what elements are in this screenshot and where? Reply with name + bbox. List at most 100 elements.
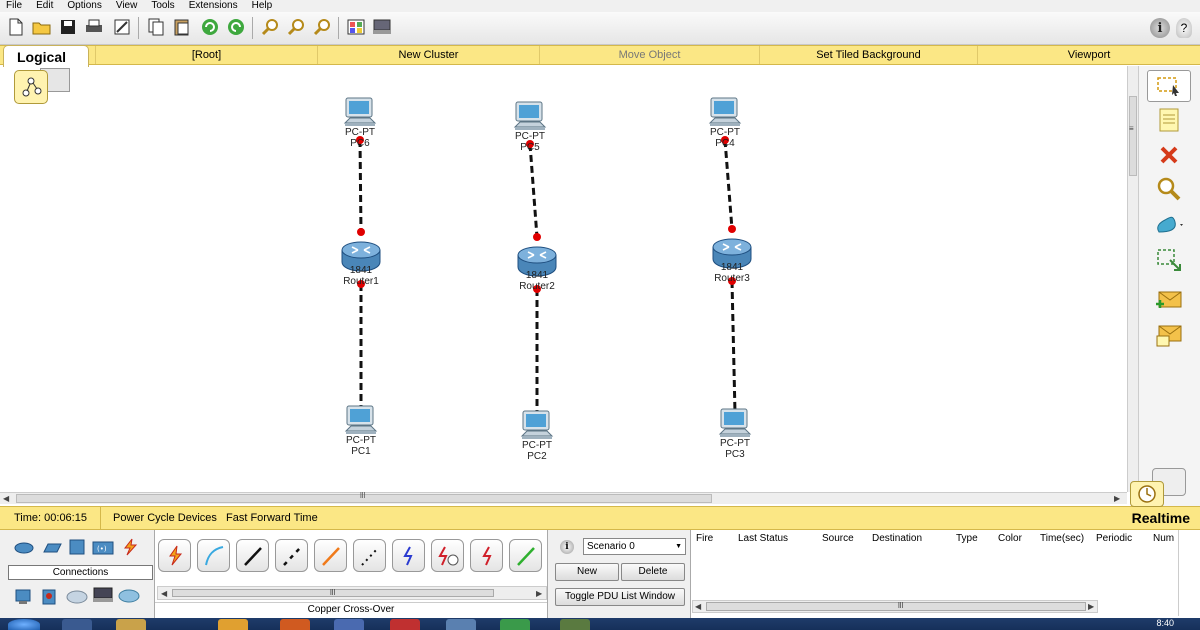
end-devices-category-icon[interactable] xyxy=(14,588,34,604)
workspace-vertical-scrollbar[interactable]: ≡ xyxy=(1127,66,1138,492)
pdu-col-periodic[interactable]: Periodic xyxy=(1096,533,1132,544)
toggle-pdu-list-button[interactable]: Toggle PDU List Window xyxy=(555,588,685,606)
realtime-tab-icon[interactable] xyxy=(1130,481,1164,507)
cross-over-link-pc5-router2[interactable] xyxy=(528,143,539,238)
pdu-col-time[interactable]: Time(sec) xyxy=(1040,533,1084,544)
serial-dte-icon[interactable] xyxy=(470,539,503,572)
security-category-icon[interactable] xyxy=(40,588,60,605)
copper-straight-through-icon[interactable] xyxy=(236,539,269,572)
print-icon[interactable] xyxy=(84,17,104,37)
menu-edit[interactable]: Edit xyxy=(36,0,53,12)
wireless-category-icon[interactable]: (•) xyxy=(92,540,114,556)
workspace-horizontal-scrollbar[interactable]: ◀ lll ▶ xyxy=(0,491,1127,504)
move-object-button[interactable]: Move Object xyxy=(540,46,760,64)
logical-tab[interactable]: Logical xyxy=(3,45,89,67)
hint-bulb-icon[interactable]: ? xyxy=(1176,18,1192,38)
taskbar-app-icon[interactable] xyxy=(446,619,476,630)
scenario-select[interactable]: Scenario 0 ▼ xyxy=(583,538,686,555)
device-router1[interactable]: 1841 Router1 xyxy=(331,240,391,287)
inspect-icon[interactable] xyxy=(1147,173,1191,205)
redo-icon[interactable] xyxy=(226,17,246,37)
coaxial-cable-icon[interactable] xyxy=(392,539,425,572)
custom-device-icon[interactable] xyxy=(372,17,392,37)
device-pc1[interactable]: PC-PT PC1 xyxy=(331,404,391,457)
resize-shape-icon[interactable] xyxy=(1147,244,1191,276)
menu-view[interactable]: View xyxy=(116,0,138,12)
taskbar-excel-icon[interactable] xyxy=(500,619,530,630)
undo-icon[interactable] xyxy=(200,17,220,37)
add-complex-pdu-icon[interactable] xyxy=(1147,320,1191,352)
phone-cable-icon[interactable] xyxy=(353,539,386,572)
taskbar-folder-icon[interactable] xyxy=(116,619,146,630)
cross-over-link-pc6-router1[interactable] xyxy=(358,139,363,233)
power-cycle-devices-button[interactable]: Power Cycle Devices xyxy=(113,507,217,529)
pdu-col-num[interactable]: Num xyxy=(1153,533,1174,544)
console-cable-icon[interactable] xyxy=(197,539,230,572)
pdu-col-destination[interactable]: Destination xyxy=(872,533,922,544)
pdu-list-scrollbar[interactable]: ◀ lll ▶ xyxy=(692,600,1098,613)
open-folder-icon[interactable] xyxy=(32,17,52,37)
activity-wizard-icon[interactable] xyxy=(112,17,132,37)
pdu-col-fire[interactable]: Fire xyxy=(696,533,713,544)
new-file-icon[interactable] xyxy=(6,17,26,37)
taskbar-packet-tracer-icon[interactable] xyxy=(560,619,590,630)
new-scenario-button[interactable]: New xyxy=(555,563,619,581)
pdu-col-color[interactable]: Color xyxy=(998,533,1022,544)
custom-devices-category-icon[interactable] xyxy=(92,586,113,602)
device-router3[interactable]: 1841 Router3 xyxy=(702,237,762,284)
viewport-button[interactable]: Viewport xyxy=(978,46,1200,64)
menu-tools[interactable]: Tools xyxy=(151,0,174,12)
taskbar-app-icon[interactable] xyxy=(218,619,248,630)
zoom-out-icon[interactable] xyxy=(312,17,332,37)
taskbar-app-icon[interactable] xyxy=(62,619,92,630)
menu-extensions[interactable]: Extensions xyxy=(189,0,238,12)
wan-emulation-category-icon[interactable] xyxy=(66,588,88,604)
copper-cross-over-icon[interactable] xyxy=(275,539,308,572)
device-router2[interactable]: 1841 Router2 xyxy=(507,245,567,292)
fiber-cable-icon[interactable] xyxy=(314,539,347,572)
logical-view-icon[interactable] xyxy=(14,70,48,104)
scenario-info-icon[interactable]: i xyxy=(560,540,574,554)
palette-icon[interactable] xyxy=(346,17,366,37)
fast-forward-time-button[interactable]: Fast Forward Time xyxy=(226,507,318,529)
draw-shape-icon[interactable] xyxy=(1147,208,1191,240)
menu-file[interactable]: File xyxy=(6,0,22,12)
device-pc5[interactable]: PC-PT PC5 xyxy=(500,100,560,153)
pdu-col-last-status[interactable]: Last Status xyxy=(738,533,788,544)
taskbar-browser-icon[interactable] xyxy=(280,619,310,630)
multiuser-category-icon[interactable] xyxy=(118,588,140,604)
pdu-col-source[interactable]: Source xyxy=(822,533,854,544)
cross-over-link-router3-pc3[interactable] xyxy=(730,280,737,414)
paste-icon[interactable] xyxy=(172,17,192,37)
hubs-category-icon[interactable] xyxy=(68,538,88,555)
root-button[interactable]: [Root] xyxy=(96,46,318,64)
select-tool-icon[interactable] xyxy=(1147,70,1191,102)
pdu-col-type[interactable]: Type xyxy=(956,533,978,544)
help-icon[interactable]: i xyxy=(1150,18,1170,38)
device-pc4[interactable]: PC-PT PC4 xyxy=(695,96,755,149)
start-button-icon[interactable] xyxy=(8,619,40,630)
connection-types-scrollbar[interactable]: ◀ lll ▶ xyxy=(157,586,547,600)
new-cluster-button[interactable]: New Cluster xyxy=(318,46,540,64)
delete-scenario-button[interactable]: Delete xyxy=(621,563,685,581)
add-simple-pdu-icon[interactable] xyxy=(1147,284,1191,316)
switches-category-icon[interactable] xyxy=(42,540,62,556)
device-pc3[interactable]: PC-PT PC3 xyxy=(705,407,765,460)
automatic-connection-icon[interactable] xyxy=(158,539,191,572)
copy-icon[interactable] xyxy=(146,17,166,37)
zoom-in-icon[interactable] xyxy=(260,17,280,37)
cross-over-link-pc4-router3[interactable] xyxy=(723,139,734,230)
connections-category-icon[interactable] xyxy=(120,538,140,556)
serial-dce-icon[interactable] xyxy=(431,539,464,572)
routers-category-icon[interactable] xyxy=(14,540,34,556)
device-pc6[interactable]: PC-PT PC6 xyxy=(330,96,390,149)
save-icon[interactable] xyxy=(58,17,78,37)
set-tiled-background-button[interactable]: Set Tiled Background xyxy=(760,46,978,64)
taskbar-word-icon[interactable] xyxy=(334,619,364,630)
taskbar-app-icon[interactable] xyxy=(390,619,420,630)
place-note-icon[interactable] xyxy=(1147,104,1191,136)
menu-options[interactable]: Options xyxy=(67,0,101,12)
octal-cable-icon[interactable] xyxy=(509,539,542,572)
delete-icon[interactable] xyxy=(1147,139,1191,171)
device-pc2[interactable]: PC-PT PC2 xyxy=(507,409,567,462)
